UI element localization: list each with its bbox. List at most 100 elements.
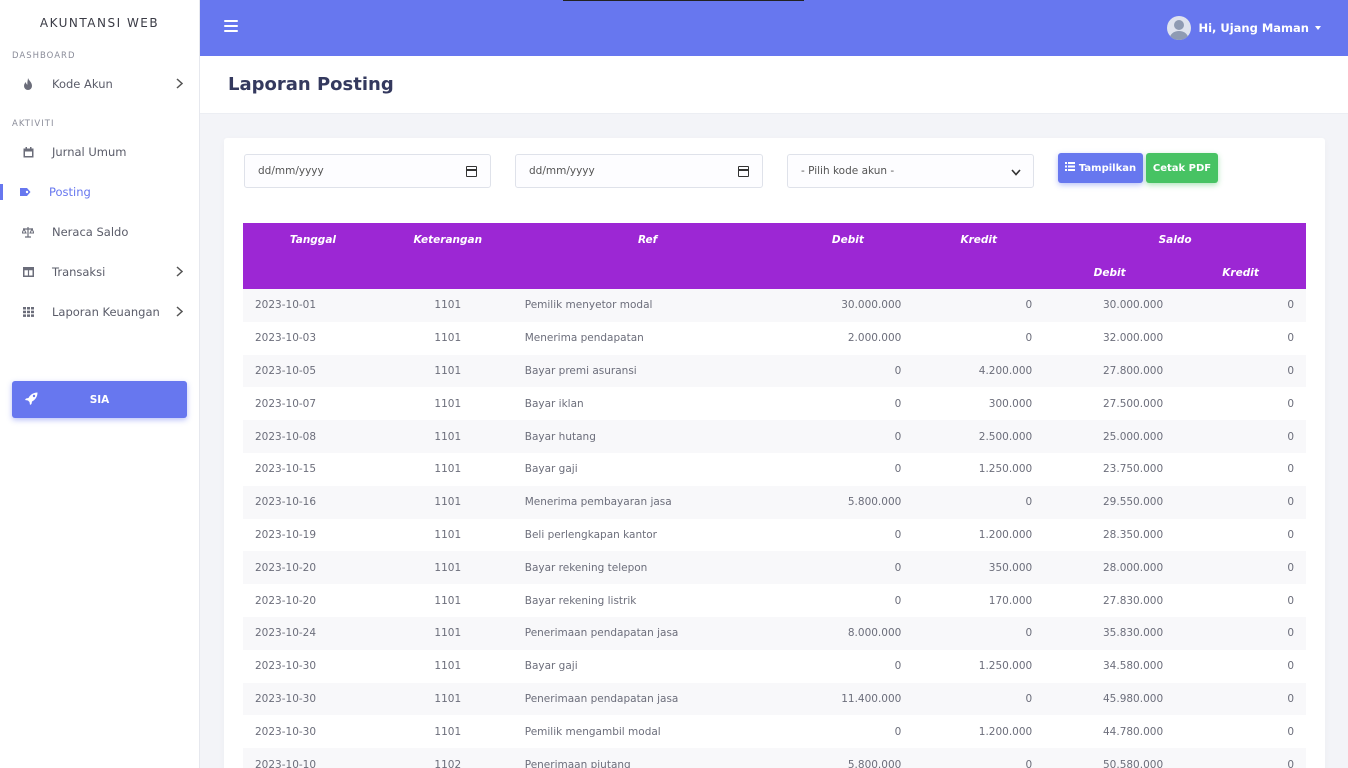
fire-icon (22, 78, 34, 90)
show-button-label: Tampilkan (1078, 162, 1137, 174)
cell-tanggal: 2023-10-01 (243, 289, 383, 322)
cell-keterangan: 1101 (434, 463, 462, 476)
sidebar-item-label: Posting (49, 185, 91, 199)
cell-tanggal: 2023-10-07 (255, 397, 317, 410)
header-saldo-debit: Debit (1044, 256, 1176, 289)
cell-kredit: 0 (913, 289, 1045, 322)
cell-keterangan: 1101 (382, 616, 513, 650)
cell-saldo-kredit: 0 (1175, 682, 1306, 716)
cell-debit: 0 (894, 528, 902, 541)
cell-saldo-kredit: 0 (1175, 551, 1306, 585)
sidebar-item-label: Laporan Keuangan (52, 305, 160, 319)
cell-debit: 8.000.000 (782, 616, 914, 650)
table-row: 2023-10-20 1101 Bayar rekening telepon 0 350… (243, 551, 1306, 585)
table-row: 2023-10-30 1101 Penerimaan pendapatan jasa… (243, 682, 1306, 716)
cell-tanggal: 2023-10-20 (243, 551, 383, 585)
calendar-icon (22, 146, 34, 158)
cell-keterangan: 1101 (382, 485, 513, 519)
cell-keterangan: 1101 (434, 660, 462, 673)
cell-saldo-debit: 28.000.000 (1044, 551, 1176, 585)
avatar (1167, 16, 1192, 40)
sidebar-item-neraca-saldo[interactable]: Neraca Saldo (0, 212, 199, 252)
cell-ref: Bayar hutang (512, 420, 783, 453)
cell-kredit: 1.200.000 (978, 725, 1033, 738)
cell-tanggal: 2023-10-30 (243, 682, 383, 716)
cell-debit: 5.800.000 (782, 748, 914, 768)
sidebar-item-posting[interactable]: Posting (0, 172, 199, 212)
account-select[interactable]: - Pilih kode akun - (787, 154, 1034, 188)
cell-debit: 11.400.000 (782, 682, 914, 716)
cell-keterangan: 1101 (382, 551, 513, 585)
posting-table: Tanggal Keterangan Ref Debit Kredit Sald… (243, 223, 1306, 768)
cell-debit: 0 (782, 551, 914, 585)
header-spacer (913, 256, 1045, 289)
date-to-input[interactable]: dd/mm/yyyy (515, 154, 763, 188)
chevron-right-icon (176, 78, 184, 92)
cell-kredit: 350.000 (913, 551, 1045, 585)
cell-saldo-kredit: 0 (1175, 289, 1306, 322)
show-button[interactable]: Tampilkan (1058, 153, 1143, 183)
cell-saldo-kredit: 0 (1175, 485, 1306, 519)
cell-kredit: 0 (913, 748, 1045, 768)
cell-kredit: 1.250.000 (978, 660, 1033, 673)
cell-saldo-debit: 27.830.000 (1103, 594, 1164, 607)
cell-tanggal: 2023-10-03 (255, 332, 317, 345)
cell-ref: Bayar rekening listrik (524, 594, 637, 607)
cell-keterangan: 1101 (382, 354, 513, 388)
menu-toggle-icon[interactable] (224, 20, 238, 34)
cell-saldo-debit: 27.800.000 (1044, 354, 1176, 388)
cell-saldo-kredit: 0 (1175, 748, 1306, 768)
table-row: 2023-10-08 1101 Bayar hutang 0 2.500.000 25.0… (243, 420, 1306, 453)
sidebar-item-jurnal-umum[interactable]: Jurnal Umum (0, 132, 199, 172)
sia-button[interactable]: SIA (12, 381, 187, 418)
cell-tanggal: 2023-10-24 (243, 616, 383, 650)
cell-kredit: 1.250.000 (978, 463, 1033, 476)
sidebar-item-laporan-keuangan[interactable]: Laporan Keuangan (0, 292, 199, 332)
user-greeting: Hi, Ujang Maman (1198, 21, 1309, 35)
calendar-icon[interactable] (466, 166, 477, 177)
header-tanggal: Tanggal (243, 223, 383, 256)
rocket-icon (25, 392, 38, 408)
cell-tanggal: 2023-10-20 (255, 594, 317, 607)
header-debit: Debit (782, 223, 914, 256)
balance-scale-icon (22, 226, 34, 238)
cell-tanggal: 2023-10-30 (255, 660, 317, 673)
print-pdf-button-label: Cetak PDF (1152, 162, 1212, 174)
header-saldo: Saldo (1044, 223, 1306, 256)
cell-saldo-debit: 44.780.000 (1103, 725, 1164, 738)
sidebar-item-kode-akun[interactable]: Kode Akun (0, 64, 199, 104)
cell-saldo-debit: 28.350.000 (1103, 528, 1164, 541)
date-from-input[interactable]: dd/mm/yyyy (244, 154, 491, 188)
table-row: 2023-10-01 1101 Pemilik menyetor modal 30.0… (243, 289, 1306, 322)
sidebar-heading-aktiviti: AKTIVITI (12, 119, 55, 129)
cell-kredit: 0 (913, 485, 1045, 519)
user-menu[interactable]: Hi, Ujang Maman (1167, 16, 1321, 40)
sia-button-label: SIA (89, 393, 110, 406)
cell-ref: Penerimaan pendapatan jasa (512, 616, 783, 650)
cell-saldo-debit: 25.000.000 (1044, 420, 1176, 453)
header-saldo-kredit: Kredit (1175, 256, 1306, 289)
cell-saldo-debit: 30.000.000 (1044, 289, 1176, 322)
cell-saldo-kredit: 0 (1287, 594, 1294, 607)
sidebar-item-label: Kode Akun (52, 77, 113, 91)
cell-saldo-debit: 32.000.000 (1103, 332, 1164, 345)
cell-ref: Menerima pendapatan (524, 332, 644, 345)
report-card: dd/mm/yyyy dd/mm/yyyy - Pilih kode akun … (224, 138, 1325, 768)
header-ref: Ref (512, 223, 783, 256)
table-row: 2023-10-15 1101 Bayar gaji 0 1.250.000 23.750… (243, 453, 1306, 486)
cell-keterangan: 1101 (434, 397, 462, 410)
sidebar-item-transaksi[interactable]: Transaksi (0, 252, 199, 292)
cell-saldo-debit: 29.550.000 (1044, 485, 1176, 519)
cell-ref: Bayar iklan (524, 397, 584, 410)
brand-logo[interactable]: AKUNTANSI WEB (0, 0, 199, 46)
cell-saldo-kredit: 0 (1175, 420, 1306, 453)
chevron-right-icon (176, 306, 184, 320)
cell-debit: 0 (894, 660, 902, 673)
cell-saldo-kredit: 0 (1287, 397, 1294, 410)
calendar-icon[interactable] (738, 166, 749, 177)
cell-keterangan: 1101 (382, 682, 513, 716)
grid-icon (22, 306, 34, 318)
cell-kredit: 300.000 (988, 397, 1033, 410)
print-pdf-button[interactable]: Cetak PDF (1146, 153, 1218, 183)
cell-debit: 0 (894, 725, 902, 738)
